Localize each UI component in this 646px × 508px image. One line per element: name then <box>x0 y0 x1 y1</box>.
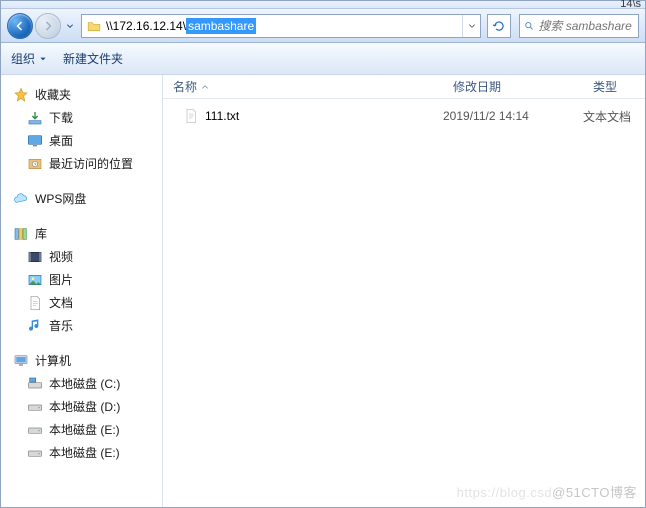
body-split: 收藏夹 下载 桌面 最近访问的位置 WPS网盘 <box>1 75 645 507</box>
file-date-cell: 2019/11/2 14:14 <box>443 109 583 123</box>
sidebar-item-desktop[interactable]: 桌面 <box>7 129 156 152</box>
column-header-name[interactable]: 名称 <box>163 78 443 95</box>
sidebar-item-drive-d[interactable]: 本地磁盘 (D:) <box>7 395 156 418</box>
watermark-faint: https://blog.csd <box>457 485 552 500</box>
sidebar-item-label: 最近访问的位置 <box>49 155 133 172</box>
sidebar-item-documents[interactable]: 文档 <box>7 291 156 314</box>
address-text[interactable]: \\172.16.12.14\sambashare <box>106 15 462 37</box>
file-name: 111.txt <box>205 109 239 123</box>
organize-menu[interactable]: 组织 <box>11 50 47 67</box>
file-type-cell: 文本文档 <box>583 108 645 125</box>
star-icon <box>13 87 29 103</box>
search-icon <box>524 20 534 32</box>
sidebar-item-label: 桌面 <box>49 132 73 149</box>
sidebar-item-label: 本地磁盘 (E:) <box>49 444 120 461</box>
column-header-label: 名称 <box>173 78 197 95</box>
wps-group: WPS网盘 <box>7 187 156 210</box>
video-icon <box>27 249 43 265</box>
pictures-icon <box>27 272 43 288</box>
library-icon <box>13 226 29 242</box>
refresh-button[interactable] <box>487 14 511 38</box>
file-list-pane: 名称 修改日期 类型 111.txt 2019/11/2 14:14 文本文档 … <box>163 75 645 507</box>
sidebar-item-label: 文档 <box>49 294 73 311</box>
forward-button[interactable] <box>35 13 61 39</box>
arrow-left-icon <box>14 20 26 32</box>
sidebar-item-label: 下载 <box>49 109 73 126</box>
sidebar-item-label: 音乐 <box>49 317 73 334</box>
command-toolbar: 组织 新建文件夹 <box>1 43 645 75</box>
sidebar-item-libraries[interactable]: 库 <box>7 222 156 245</box>
arrow-right-icon <box>42 20 54 32</box>
chevron-down-icon <box>468 22 476 30</box>
sidebar-item-drive-e2[interactable]: 本地磁盘 (E:) <box>7 441 156 464</box>
address-path-selected: sambashare <box>186 18 256 34</box>
organize-label: 组织 <box>11 50 35 67</box>
sidebar-item-label: 本地磁盘 (D:) <box>49 398 120 415</box>
nav-buttons <box>7 13 77 39</box>
file-name-cell: 111.txt <box>163 108 443 124</box>
new-folder-label: 新建文件夹 <box>63 50 123 67</box>
sidebar-item-music[interactable]: 音乐 <box>7 314 156 337</box>
desktop-icon <box>27 133 43 149</box>
watermark: https://blog.csd@51CTO博客 <box>457 482 637 501</box>
computer-group: 计算机 本地磁盘 (C:) 本地磁盘 (D:) 本地磁盘 (E:) 本地磁盘 (… <box>7 349 156 464</box>
column-header-label: 类型 <box>593 78 617 95</box>
refresh-icon <box>492 19 506 33</box>
sidebar-item-pictures[interactable]: 图片 <box>7 268 156 291</box>
chevron-down-icon <box>66 22 74 30</box>
sidebar-item-label: 计算机 <box>35 352 71 369</box>
sidebar-item-drive-c[interactable]: 本地磁盘 (C:) <box>7 372 156 395</box>
drive-system-icon <box>27 376 43 392</box>
cloud-icon <box>13 191 29 207</box>
nav-history-dropdown[interactable] <box>63 22 77 30</box>
back-button[interactable] <box>7 13 33 39</box>
search-box[interactable] <box>519 14 639 38</box>
file-list: 111.txt 2019/11/2 14:14 文本文档 <box>163 99 645 507</box>
sidebar-item-videos[interactable]: 视频 <box>7 245 156 268</box>
navigation-bar: \\172.16.12.14\sambashare <box>1 9 645 43</box>
sidebar-item-label: 本地磁盘 (C:) <box>49 375 120 392</box>
search-input[interactable] <box>538 19 634 33</box>
sidebar-item-downloads[interactable]: 下载 <box>7 106 156 129</box>
sidebar-item-label: WPS网盘 <box>35 190 86 207</box>
music-icon <box>27 318 43 334</box>
column-headers: 名称 修改日期 类型 <box>163 75 645 99</box>
sort-asc-icon <box>201 80 209 94</box>
navigation-pane: 收藏夹 下载 桌面 最近访问的位置 WPS网盘 <box>1 75 163 507</box>
new-folder-button[interactable]: 新建文件夹 <box>63 50 123 67</box>
folder-icon <box>86 18 102 34</box>
titlebar-fragment: 14\s <box>620 0 641 10</box>
sidebar-item-label: 收藏夹 <box>35 86 71 103</box>
column-header-label: 修改日期 <box>453 78 501 95</box>
address-bar[interactable]: \\172.16.12.14\sambashare <box>81 14 481 38</box>
drive-icon <box>27 399 43 415</box>
titlebar: 14\s <box>1 1 645 9</box>
sidebar-item-label: 视频 <box>49 248 73 265</box>
address-path-plain: \\172.16.12.14\ <box>106 18 186 34</box>
file-row[interactable]: 111.txt 2019/11/2 14:14 文本文档 <box>163 105 645 127</box>
sidebar-item-recent[interactable]: 最近访问的位置 <box>7 152 156 175</box>
column-header-type[interactable]: 类型 <box>583 78 645 95</box>
libraries-group: 库 视频 图片 文档 音乐 <box>7 222 156 337</box>
drive-icon <box>27 422 43 438</box>
chevron-down-icon <box>39 52 47 66</box>
recent-icon <box>27 156 43 172</box>
computer-icon <box>13 353 29 369</box>
column-header-date[interactable]: 修改日期 <box>443 78 583 95</box>
sidebar-item-wps[interactable]: WPS网盘 <box>7 187 156 210</box>
address-dropdown[interactable] <box>462 15 480 37</box>
sidebar-item-computer[interactable]: 计算机 <box>7 349 156 372</box>
drive-icon <box>27 445 43 461</box>
favorites-group: 收藏夹 下载 桌面 最近访问的位置 <box>7 83 156 175</box>
sidebar-item-favorites[interactable]: 收藏夹 <box>7 83 156 106</box>
sidebar-item-label: 本地磁盘 (E:) <box>49 421 120 438</box>
documents-icon <box>27 295 43 311</box>
sidebar-item-drive-e[interactable]: 本地磁盘 (E:) <box>7 418 156 441</box>
download-icon <box>27 110 43 126</box>
watermark-bold: @51CTO博客 <box>552 485 637 500</box>
sidebar-item-label: 库 <box>35 225 47 242</box>
sidebar-item-label: 图片 <box>49 271 73 288</box>
text-file-icon <box>183 108 199 124</box>
